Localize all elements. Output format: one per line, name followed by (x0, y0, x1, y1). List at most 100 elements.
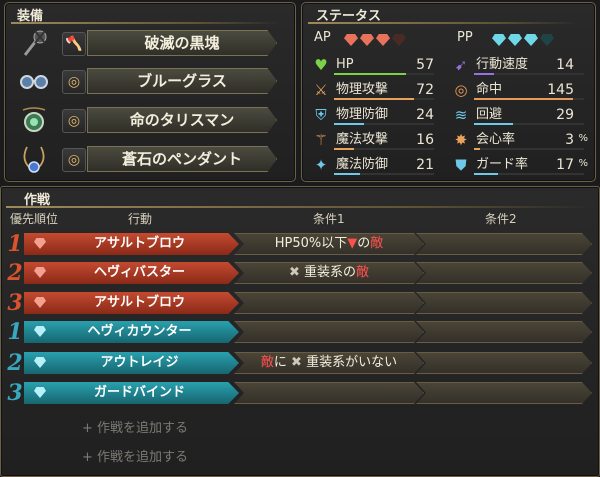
action-button[interactable]: ガードバインド (24, 382, 239, 404)
ap-gem-empty-icon (392, 34, 406, 46)
stat-value: 29 (556, 107, 574, 123)
condition1-slot[interactable]: 敵に ✖ 重装系がいない (234, 352, 424, 374)
condition-text: 重装系がいない (301, 355, 398, 370)
stat-crit: ✸ 会心率 3 % (452, 130, 592, 150)
equipment-slot-3[interactable]: ◎ 命のタリスマン (19, 104, 291, 136)
action-button[interactable]: アサルトブロウ (24, 292, 239, 314)
condition2-slot[interactable] (416, 321, 592, 343)
ap-gem-icon (376, 34, 390, 46)
stat-value: 16 (416, 132, 434, 148)
stat-unit: % (578, 133, 588, 144)
heavy-armor-icon: ✖ (291, 355, 302, 370)
add-tactic-button[interactable]: + 作戦を追加する (82, 417, 188, 436)
ap-label: AP (314, 30, 331, 45)
sword-icon: ⚔ (314, 81, 328, 99)
stat-label: 会心率 (476, 132, 516, 147)
condition2-slot[interactable] (416, 262, 592, 284)
magic-shield-icon: ✦ (314, 156, 328, 174)
priority-number: 1 (7, 231, 23, 257)
condition2-slot[interactable] (416, 233, 592, 255)
pp-gem-icon (34, 357, 46, 368)
equipment-slot-2[interactable]: ◎ ブルーグラス (19, 65, 291, 97)
action-name: アサルトブロウ (93, 236, 185, 251)
action-name: ガードバインド (93, 385, 185, 400)
enemy-text: 敵 (356, 265, 370, 280)
pp-gems (492, 31, 556, 50)
condition2-slot[interactable] (416, 382, 592, 404)
equipment-slot-4[interactable]: ◎ 蒼石のペンダント (19, 143, 291, 175)
stat-unit: % (578, 158, 588, 169)
stat-value: 145 (547, 82, 574, 98)
condition-text: に (273, 355, 292, 370)
talisman-image (22, 107, 46, 132)
equipment-name: ブルーグラス (87, 68, 277, 94)
pendant-image (23, 146, 45, 173)
ap-gem-icon (34, 267, 46, 278)
ap-gems (344, 31, 408, 50)
down-arrow-icon: ▼ (347, 236, 358, 251)
stat-label: 物理攻撃 (336, 82, 389, 97)
ring-icon: ◎ (62, 148, 86, 172)
condition2-slot[interactable] (416, 352, 592, 374)
stat-label: 魔法防御 (336, 157, 389, 172)
tactic-row[interactable]: 3 ガードバインド (4, 381, 592, 405)
stat-value: 17 (556, 157, 574, 173)
condition-text: HP50%以下 (274, 236, 348, 251)
armor-icon: ⛨ (315, 106, 327, 124)
stat-bar (334, 73, 434, 75)
stat-bar (474, 98, 584, 100)
stat-bar (334, 173, 434, 175)
action-button[interactable]: アウトレイジ (24, 352, 239, 374)
tactic-row[interactable]: 2 ヘヴィバスター ✖ 重装系の敵 (4, 261, 592, 285)
priority-number: 2 (7, 260, 23, 286)
action-button[interactable]: ヘヴィカウンター (24, 321, 239, 343)
condition1-slot[interactable]: ✖ 重装系の敵 (234, 262, 424, 284)
stat-mag-def: ✦ 魔法防御 21 (312, 155, 442, 175)
tactic-row[interactable]: 3 アサルトブロウ (4, 291, 592, 315)
equipment-name: 破滅の黒塊 (87, 30, 277, 56)
equipment-name: 命のタリスマン (87, 107, 277, 133)
condition1-slot[interactable] (234, 292, 424, 314)
ap-gem-icon (344, 34, 358, 46)
equipment-slot-1[interactable]: 🪓 破滅の黒塊 (19, 27, 291, 59)
target-icon: ◎ (454, 81, 468, 99)
stat-value: 24 (416, 107, 434, 123)
pp-gem-icon (492, 34, 506, 46)
pp-gem-icon (508, 34, 522, 46)
tactic-row[interactable]: 1 ヘヴィカウンター (4, 320, 592, 344)
stat-label: 命中 (476, 82, 503, 97)
axe-icon: 🪓 (62, 32, 86, 56)
stat-evade: ≋ 回避 29 (452, 105, 592, 125)
condition1-slot[interactable]: HP50%以下▼の敵 (234, 233, 424, 255)
stat-value: 72 (416, 82, 434, 98)
stat-phys-atk: ⚔ 物理攻撃 72 (312, 80, 442, 100)
stat-bar (474, 73, 584, 75)
ring-icon: ◎ (62, 109, 86, 133)
condition1-slot[interactable] (234, 321, 424, 343)
speed-icon: ➹ (454, 56, 468, 74)
pp-gem-icon (34, 387, 46, 398)
condition2-slot[interactable] (416, 292, 592, 314)
weapon-image (23, 30, 47, 56)
ap-gem-icon (34, 297, 46, 308)
heart-icon: ♥ (314, 56, 328, 74)
condition1-slot[interactable] (234, 382, 424, 404)
staff-icon: ⚚ (314, 131, 328, 149)
priority-number: 1 (7, 319, 23, 345)
stat-bar (474, 148, 584, 150)
stat-guard: ⛊ ガード率 17 % (452, 155, 592, 175)
heavy-armor-icon: ✖ (288, 265, 300, 280)
priority-number: 3 (7, 380, 23, 406)
ring-icon: ◎ (62, 70, 86, 94)
stat-phys-def: ⛨ 物理防御 24 (312, 105, 442, 125)
add-tactic-button[interactable]: + 作戦を追加する (82, 446, 188, 465)
stat-bar (334, 148, 434, 150)
condition-text: の (357, 236, 371, 251)
stat-speed: ➹ 行動速度 14 (452, 55, 592, 75)
action-button[interactable]: アサルトブロウ (24, 233, 239, 255)
action-button[interactable]: ヘヴィバスター (24, 262, 239, 284)
tactic-row[interactable]: 2 アウトレイジ 敵に ✖ 重装系がいない (4, 351, 592, 375)
stat-value: 14 (556, 57, 574, 73)
tactic-row[interactable]: 1 アサルトブロウ HP50%以下▼の敵 (4, 232, 592, 256)
header-cond2: 条件2 (485, 212, 517, 226)
